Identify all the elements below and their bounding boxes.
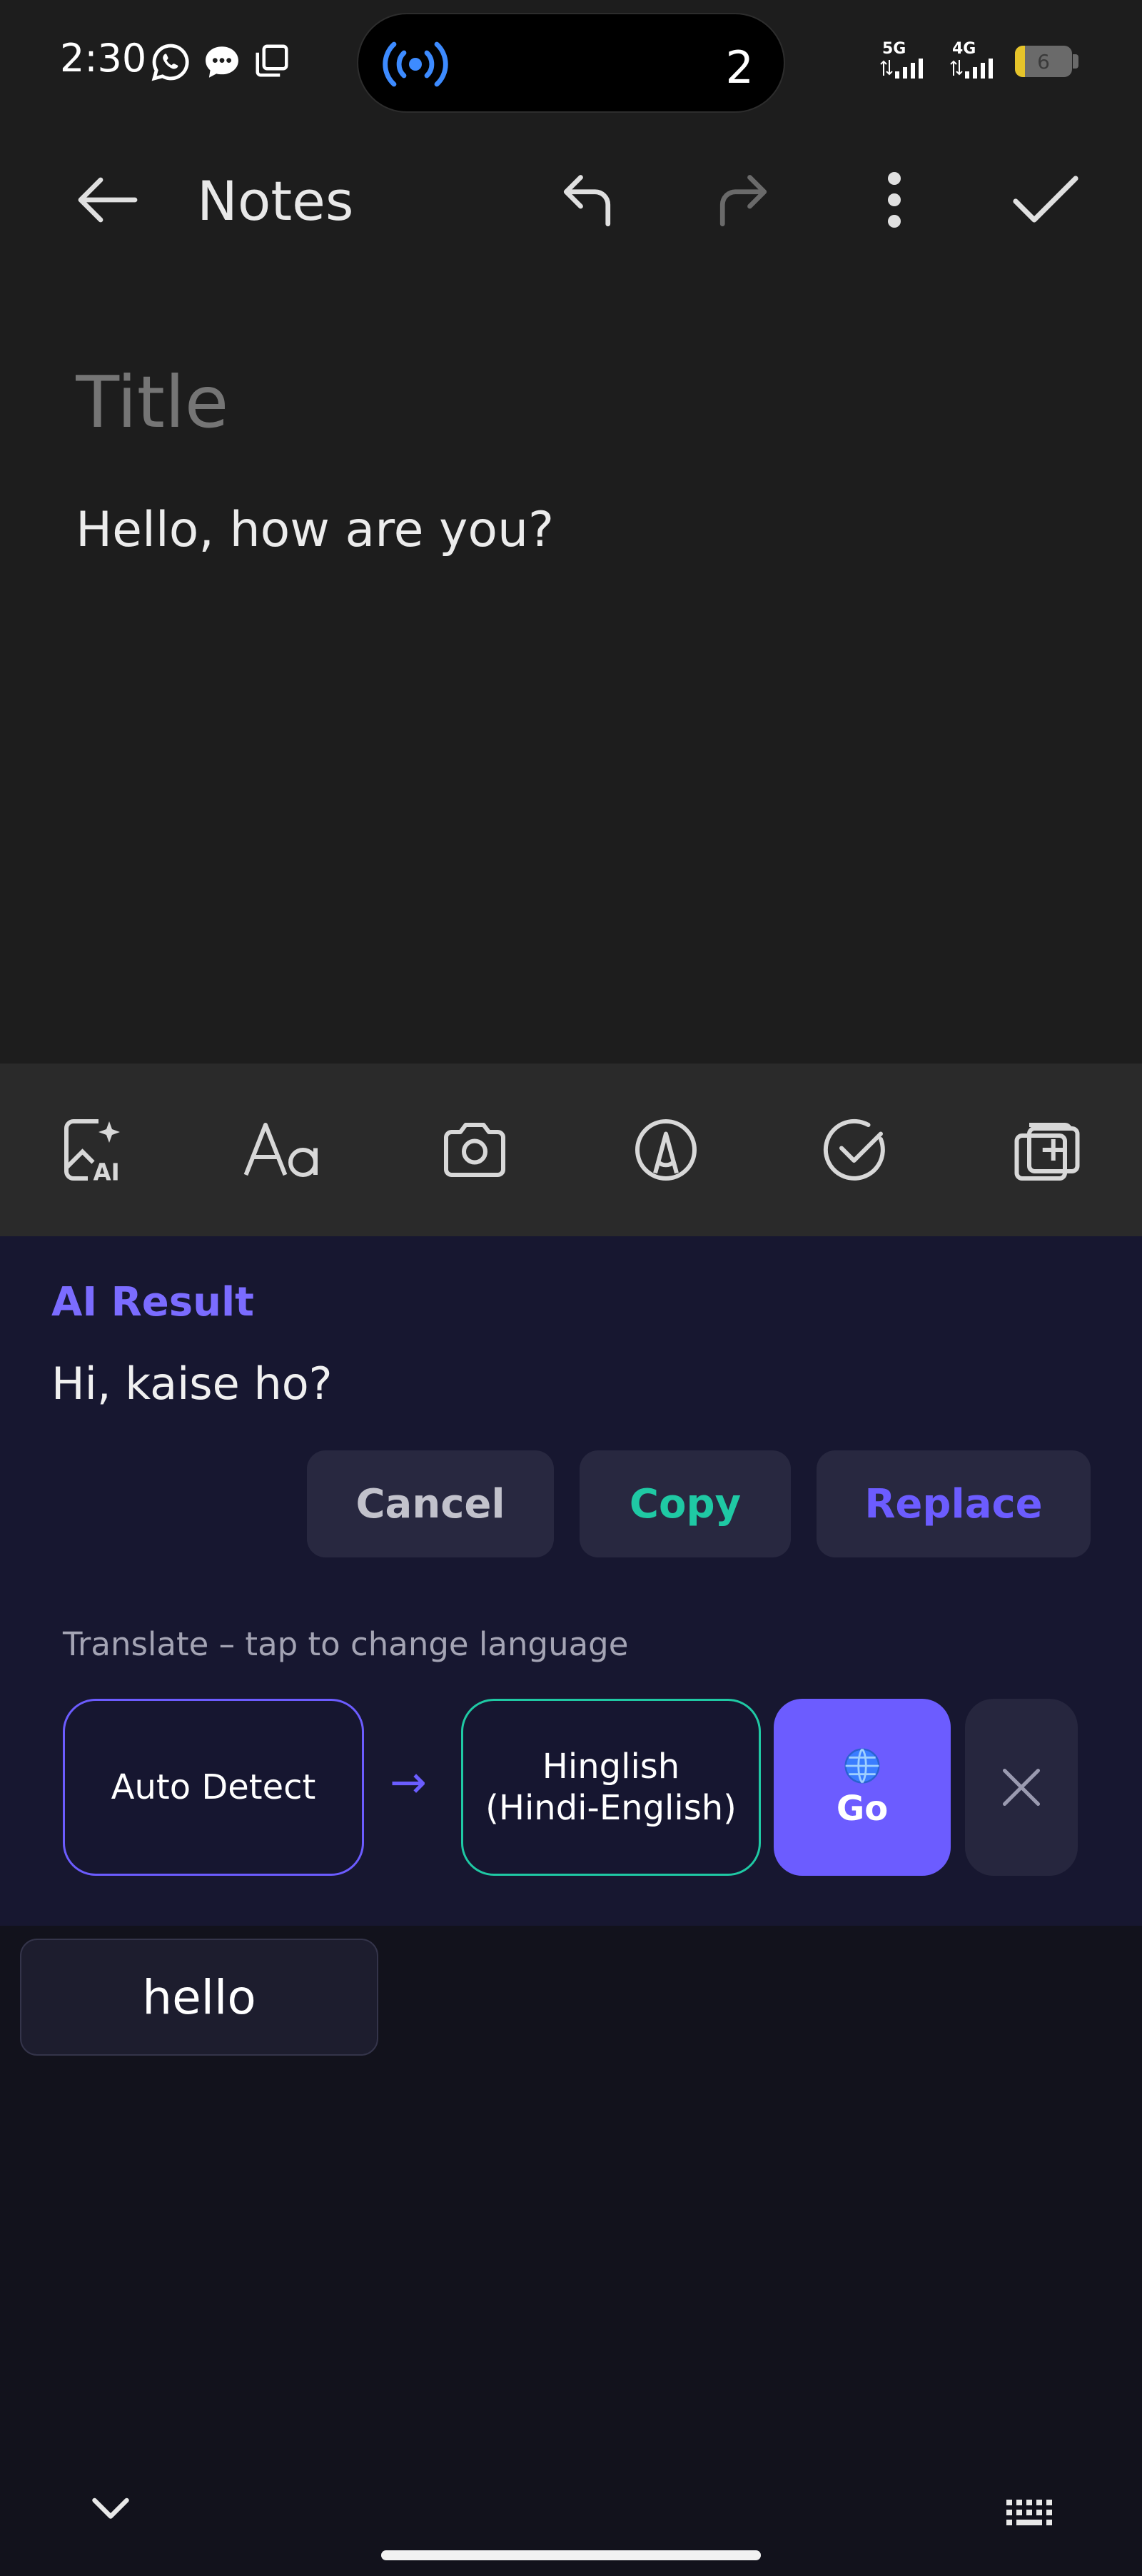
source-language-label: Auto Detect [111,1767,316,1807]
ai-result-panel: AI Result Hi, kaise ho? Cancel Copy Repl… [0,1236,1142,1926]
svg-text:AI: AI [94,1159,120,1186]
text-format-icon [243,1123,318,1177]
home-indicator[interactable] [381,2550,761,2560]
target-language-button[interactable]: Hinglish (Hindi-English) [461,1699,761,1876]
add-copy-icon [1014,1123,1080,1181]
camera-icon [444,1123,505,1177]
checklist-button[interactable] [802,1096,909,1203]
message-icon [206,46,238,78]
pen-icon [635,1119,697,1181]
network-label-2: 4G [952,40,976,58]
close-translate-button[interactable] [965,1699,1078,1876]
ai-result-text: Hi, kaise ho? [51,1358,333,1410]
format-toolbar: AI [0,1064,1142,1236]
pen-button[interactable] [612,1096,719,1203]
ai-image-button[interactable]: AI [41,1096,148,1203]
battery-level: 6 [1037,50,1050,74]
redo-icon [719,175,767,227]
checklist-icon [823,1118,885,1181]
dynamic-island[interactable]: 2 [357,13,785,113]
title-input[interactable] [76,360,1004,444]
page-title: Notes [197,169,354,233]
back-button[interactable] [61,153,154,246]
add-copy-button[interactable] [994,1096,1101,1203]
whatsapp-icon [151,44,189,81]
save-button[interactable] [999,153,1092,246]
go-button[interactable]: Go [774,1699,951,1876]
suggestion-chip[interactable]: hello [20,1939,378,2056]
redo-button[interactable] [694,153,787,246]
network-label-1: 5G [882,40,906,58]
chevron-down-icon[interactable] [86,2490,136,2525]
check-icon [1013,176,1078,223]
battery-tip [1073,54,1078,69]
battery-icon: 6 [1015,46,1072,77]
translate-arrow: → [390,1756,427,1808]
go-label: Go [836,1789,889,1829]
close-icon [1002,1768,1041,1807]
keyboard-area: hello [0,1926,1142,2576]
more-options-button[interactable] [848,153,941,246]
note-editor: Hello, how are you? [0,289,1142,1064]
source-language-button[interactable]: Auto Detect [63,1699,364,1876]
note-body[interactable]: Hello, how are you? [76,502,554,558]
back-arrow-icon [78,177,138,223]
ai-image-icon: AI [64,1119,120,1186]
undo-button[interactable] [544,153,637,246]
text-format-button[interactable] [230,1096,337,1203]
broadcast-icon [383,41,448,87]
copy-status-icon [256,44,288,77]
ai-result-heading: AI Result [51,1279,254,1325]
more-vert-icon [888,172,901,228]
signal-icon [880,59,923,79]
target-language-line-1: Hinglish [542,1747,680,1787]
translate-hint: Translate – tap to change language [63,1625,629,1663]
keyboard-icon[interactable] [1005,2497,1059,2532]
app-bar: Notes [0,125,1142,289]
copy-button[interactable]: Copy [580,1450,791,1557]
island-count: 2 [725,41,754,94]
globe-icon [844,1748,880,1784]
camera-button[interactable] [421,1096,528,1203]
undo-icon [563,175,611,227]
signal-icon-2 [950,59,993,79]
replace-button[interactable]: Replace [817,1450,1091,1557]
target-language-line-2: (Hindi-English) [485,1788,737,1828]
status-bar: 2:30 2 5G 4G 6 [0,0,1142,125]
status-time: 2:30 [60,36,147,81]
cancel-button[interactable]: Cancel [307,1450,554,1557]
